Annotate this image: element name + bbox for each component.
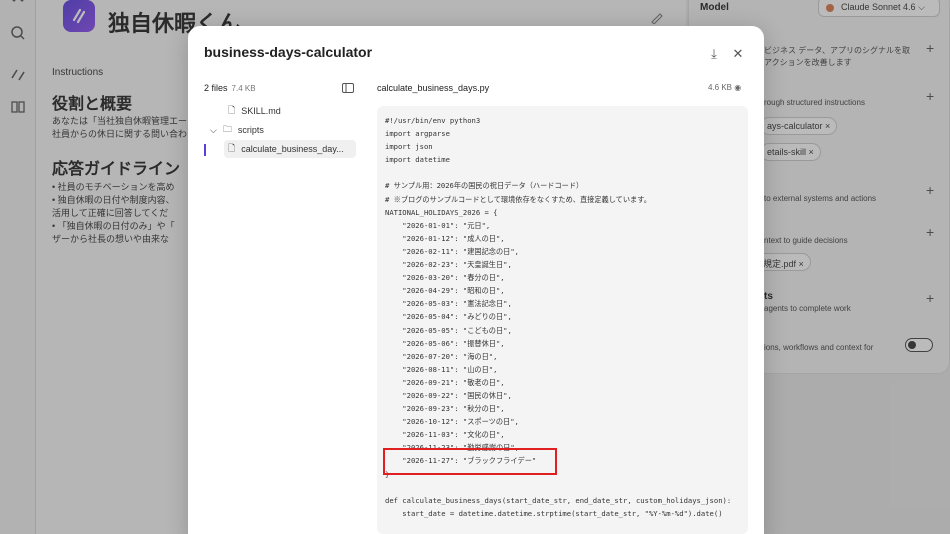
code-line: #!/usr/bin/env python3 <box>385 116 481 125</box>
tree-item-scripts[interactable]: ⌵ 🗀 scripts <box>210 121 264 139</box>
code-line: "2026-02-23": "天皇誕生日", <box>385 260 512 270</box>
file-icon: 🗋 <box>228 105 236 115</box>
code-line: import argparse <box>385 129 450 139</box>
download-icon[interactable]: ⤓ <box>706 46 722 62</box>
code-line: start_date = datetime.datetime.strptime(… <box>385 508 723 518</box>
code-line: "2026-02-11": "建国記念の日", <box>385 246 519 256</box>
tree-label: calculate_business_day... <box>241 144 344 154</box>
code-line: "2026-08-11": "山の日", <box>385 364 498 374</box>
code-line: "2026-01-01": "元日", <box>385 220 491 230</box>
tree-label: SKILL.md <box>241 106 281 116</box>
files-size: 7.4 KB <box>231 84 256 93</box>
code-line: # サンプル用：2026年の国民の祝日データ（ハードコード） <box>385 181 584 191</box>
code-line: "2026-04-29": "昭和の日", <box>385 286 505 296</box>
close-icon[interactable]: ✕ <box>730 46 746 62</box>
code-line: import json <box>385 142 433 152</box>
code-line: "2026-05-05": "こどもの日", <box>385 325 512 335</box>
active-indicator <box>204 144 206 156</box>
modal-title: business-days-calculator <box>204 44 373 60</box>
code-line: "2026-09-23": "秋分の日", <box>385 404 505 414</box>
code-line: "2026-09-21": "敬老の日", <box>385 377 505 387</box>
files-count: 2 files <box>204 83 228 93</box>
code-line: def calculate_business_days(start_date_s… <box>385 495 732 505</box>
code-line: "2026-07-20": "海の日", <box>385 351 498 361</box>
tree-item-calculate-business-days[interactable]: 🗋 calculate_business_day... <box>224 140 356 158</box>
code-line: "2026-05-04": "みどりの日", <box>385 312 512 322</box>
tree-item-skill-md[interactable]: 🗋 SKILL.md <box>228 102 281 120</box>
chevron-down-icon: ⌵ <box>210 124 217 135</box>
sidebar-toggle-icon[interactable] <box>342 83 354 93</box>
code-line: # ※ブログのサンプルコードとして環境依存をなくすため、直接定義しています。 <box>385 194 651 204</box>
file-size-value: 4.6 KB <box>708 83 733 92</box>
code-line: "2026-05-06": "振替休日", <box>385 338 505 348</box>
code-line: NATIONAL_HOLIDAYS_2026 = { <box>385 207 498 217</box>
code-line: "2026-05-03": "憲法記念日", <box>385 299 512 309</box>
highlight-box <box>383 448 557 475</box>
code-line: "2026-11-03": "文化の日", <box>385 430 505 440</box>
code-line: "2026-10-12": "スポーツの日", <box>385 417 519 427</box>
file-icon: 🗋 <box>228 143 236 153</box>
code-line: "2026-03-20": "春分の日", <box>385 273 505 283</box>
code-line: import datetime <box>385 155 450 165</box>
tree-label: scripts <box>237 125 264 135</box>
open-file-name: calculate_business_days.py <box>377 83 490 93</box>
files-summary: 2 files 7.4 KB <box>204 83 256 93</box>
code-line: "2026-01-12": "成人の日", <box>385 233 505 243</box>
eye-icon[interactable]: ◉ <box>734 83 741 92</box>
code-line: "2026-09-22": "国民の休日", <box>385 390 512 400</box>
folder-icon: 🗀 <box>222 124 232 134</box>
open-file-size: 4.6 KB ◉ <box>708 83 741 92</box>
